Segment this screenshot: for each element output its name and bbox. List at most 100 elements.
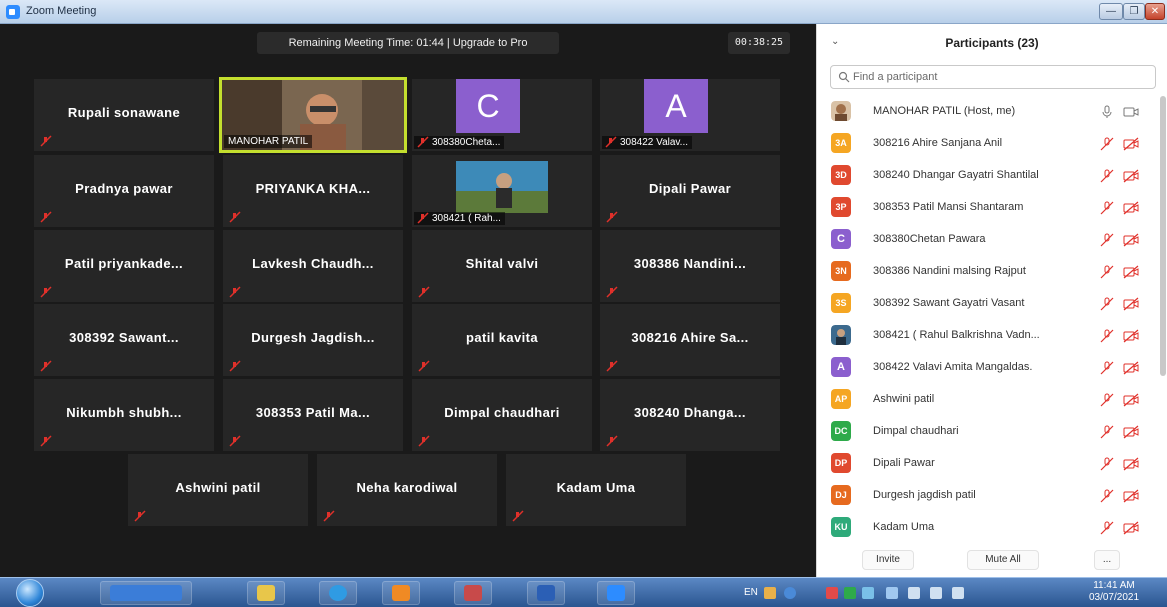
taskbar-app-zoom[interactable] — [597, 581, 635, 605]
taskbar-app-word[interactable] — [527, 581, 565, 605]
video-tile[interactable]: Shital valvi — [412, 230, 592, 302]
participant-row[interactable]: 3S 308392 Sawant Gayatri Vasant — [817, 288, 1157, 320]
video-off-icon[interactable] — [1123, 137, 1139, 151]
participant-row[interactable]: 3D 308240 Dhangar Gayatri Shantilal — [817, 160, 1157, 192]
video-off-icon[interactable] — [1123, 201, 1139, 215]
video-off-icon[interactable] — [1123, 425, 1139, 439]
muted-mic-icon[interactable] — [1100, 361, 1114, 375]
participant-name: Dipali Pawar — [873, 457, 935, 469]
more-options-button[interactable]: ... — [1094, 550, 1120, 570]
taskbar-app-browser[interactable] — [100, 581, 192, 605]
video-tile[interactable]: 308240 Dhanga... — [600, 379, 780, 451]
video-tile[interactable]: Rupali sonawane — [34, 79, 214, 151]
video-tile[interactable]: 308421 ( Rah... — [412, 155, 592, 227]
muted-mic-icon[interactable] — [1100, 393, 1114, 407]
participant-row[interactable]: DJ Durgesh jagdish patil — [817, 480, 1157, 512]
taskbar-app-media-player[interactable] — [382, 581, 420, 605]
tray-icon[interactable] — [844, 587, 856, 599]
participant-row[interactable]: KU Kadam Uma — [817, 512, 1157, 544]
mute-all-button[interactable]: Mute All — [967, 550, 1039, 570]
video-tile[interactable]: 308392 Sawant... — [34, 304, 214, 376]
taskbar-app-chart[interactable] — [454, 581, 492, 605]
action-center-flag-icon[interactable] — [930, 587, 942, 599]
muted-mic-icon[interactable] — [1100, 489, 1114, 503]
participant-search-input[interactable] — [853, 69, 1143, 85]
muted-mic-icon[interactable] — [1100, 137, 1114, 151]
video-tile[interactable]: Patil priyankade... — [34, 230, 214, 302]
power-icon[interactable] — [952, 587, 964, 599]
video-tile[interactable]: Nikumbh shubh... — [34, 379, 214, 451]
tray-icon[interactable] — [862, 587, 874, 599]
video-tile[interactable]: Neha karodiwal — [317, 454, 497, 526]
participant-list: MANOHAR PATIL (Host, me) 3A 308216 Ahire… — [817, 96, 1157, 544]
participant-tile-name: 308421 ( Rah... — [414, 212, 505, 225]
participant-row[interactable]: AP Ashwini patil — [817, 384, 1157, 416]
meeting-time-banner[interactable]: Remaining Meeting Time: 01:44 | Upgrade … — [257, 32, 559, 54]
muted-mic-icon[interactable] — [1100, 457, 1114, 471]
muted-mic-icon[interactable] — [1100, 265, 1114, 279]
video-tile[interactable]: Ashwini patil — [128, 454, 308, 526]
participant-row[interactable]: C 308380Chetan Pawara — [817, 224, 1157, 256]
mic-icon[interactable] — [1100, 105, 1114, 119]
video-tile[interactable]: C 308380Cheta... — [412, 79, 592, 151]
video-off-icon[interactable] — [1123, 393, 1139, 407]
video-tile[interactable]: Durgesh Jagdish... — [223, 304, 403, 376]
participant-row[interactable]: DP Dipali Pawar — [817, 448, 1157, 480]
video-off-icon[interactable] — [1123, 329, 1139, 343]
video-tile[interactable]: Lavkesh Chaudh... — [223, 230, 403, 302]
video-tile[interactable]: Dipali Pawar — [600, 155, 780, 227]
video-off-icon[interactable] — [1123, 521, 1139, 535]
muted-mic-icon[interactable] — [1100, 201, 1114, 215]
video-off-icon[interactable] — [1123, 489, 1139, 503]
help-icon[interactable] — [784, 587, 796, 599]
muted-mic-icon — [417, 136, 429, 148]
video-tile[interactable]: 308353 Patil Ma... — [223, 379, 403, 451]
active-speaker-video-tile[interactable]: MANOHAR PATIL — [219, 77, 407, 153]
video-tile[interactable]: 308216 Ahire Sa... — [600, 304, 780, 376]
video-off-icon[interactable] — [1123, 457, 1139, 471]
video-off-icon[interactable] — [1123, 233, 1139, 247]
minimize-button[interactable]: — — [1099, 3, 1123, 20]
muted-mic-icon[interactable] — [1100, 233, 1114, 247]
participant-name: 308421 ( Rahul Balkrishna Vadn... — [873, 329, 1040, 341]
participant-row[interactable]: 3A 308216 Ahire Sanjana Anil — [817, 128, 1157, 160]
taskbar-app-internet-explorer[interactable] — [319, 581, 357, 605]
invite-button[interactable]: Invite — [862, 550, 914, 570]
video-tile[interactable]: Kadam Uma — [506, 454, 686, 526]
taskbar-clock[interactable]: 11:41 AM 03/07/2021 — [1074, 580, 1154, 606]
participant-row[interactable]: 3N 308386 Nandini malsing Rajput — [817, 256, 1157, 288]
network-signal-icon[interactable] — [886, 587, 898, 599]
participant-row[interactable]: 308421 ( Rahul Balkrishna Vadn... — [817, 320, 1157, 352]
video-tile[interactable]: PRIYANKA KHA... — [223, 155, 403, 227]
start-button[interactable] — [16, 579, 44, 607]
muted-mic-icon[interactable] — [1100, 169, 1114, 183]
tray-icon[interactable] — [826, 587, 838, 599]
participant-row[interactable]: A 308422 Valavi Amita Mangaldas. — [817, 352, 1157, 384]
video-tile[interactable]: Dimpal chaudhari — [412, 379, 592, 451]
muted-mic-icon[interactable] — [1100, 521, 1114, 535]
participant-search-box[interactable] — [830, 65, 1156, 89]
participant-avatar: DJ — [831, 485, 851, 505]
video-off-icon[interactable] — [1123, 169, 1139, 183]
muted-mic-icon[interactable] — [1100, 329, 1114, 343]
muted-mic-icon[interactable] — [1100, 297, 1114, 311]
close-button[interactable]: ✕ — [1145, 3, 1165, 20]
language-indicator[interactable]: EN — [744, 587, 758, 598]
participant-list-scrollbar[interactable] — [1160, 96, 1166, 376]
video-tile[interactable]: Pradnya pawar — [34, 155, 214, 227]
tray-icon[interactable] — [764, 587, 776, 599]
video-off-icon[interactable] — [1123, 297, 1139, 311]
muted-mic-icon[interactable] — [1100, 425, 1114, 439]
maximize-button[interactable]: ❐ — [1123, 3, 1145, 20]
taskbar-app-folder[interactable] — [247, 581, 285, 605]
video-tile[interactable]: 308386 Nandini... — [600, 230, 780, 302]
participant-row[interactable]: 3P 308353 Patil Mansi Shantaram — [817, 192, 1157, 224]
video-tile[interactable]: patil kavita — [412, 304, 592, 376]
video-camera-icon[interactable] — [1123, 105, 1139, 119]
participant-row[interactable]: DC Dimpal chaudhari — [817, 416, 1157, 448]
participant-row[interactable]: MANOHAR PATIL (Host, me) — [817, 96, 1157, 128]
volume-icon[interactable] — [908, 587, 920, 599]
video-off-icon[interactable] — [1123, 265, 1139, 279]
video-off-icon[interactable] — [1123, 361, 1139, 375]
video-tile[interactable]: A 308422 Valav... — [600, 79, 780, 151]
